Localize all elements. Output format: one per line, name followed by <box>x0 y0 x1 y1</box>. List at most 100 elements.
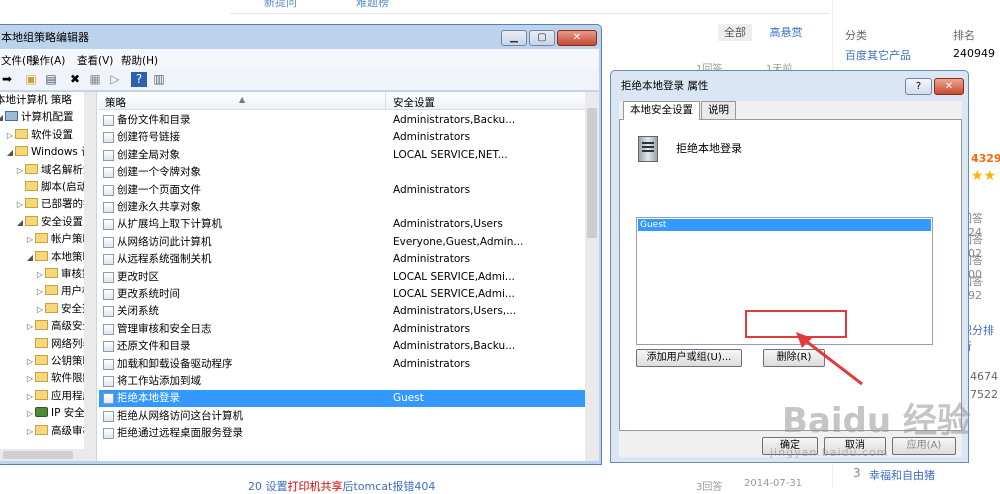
policy-row[interactable]: 还原文件和目录 Administrators,Backu... <box>99 338 585 355</box>
policy-security-value: Administrators <box>393 357 471 370</box>
policy-row[interactable]: 从远程系统强制关机 Administrators <box>99 251 585 268</box>
tree-item[interactable]: ▷ 高级审核 <box>25 423 93 440</box>
collapsed-arrow-icon[interactable]: ▷ <box>5 127 15 144</box>
forward-icon[interactable]: ➡ <box>0 72 15 87</box>
add-user-or-group-button[interactable]: 添加用户或组(U)... <box>636 349 742 367</box>
member-item[interactable]: Guest <box>638 219 931 231</box>
collapsed-arrow-icon[interactable]: ▷ <box>15 196 25 213</box>
folder-icon <box>35 372 48 383</box>
policy-row[interactable]: 创建符号链接 Administrators <box>99 129 585 146</box>
policy-row[interactable]: 加载和卸载设备驱动程序 Administrators <box>99 356 585 373</box>
policy-icon <box>103 115 114 126</box>
bottom-list-link[interactable]: 幸福和自由猪 <box>869 467 935 483</box>
tree-item[interactable]: ▷ 应用程序 <box>25 388 93 405</box>
collapsed-arrow-icon[interactable]: ▷ <box>25 231 35 248</box>
policy-name: 将工作站添加到域 <box>117 375 201 387</box>
policy-security-value: Administrators <box>393 253 471 266</box>
export-list-icon[interactable]: ▷ <box>107 72 123 87</box>
help-icon[interactable]: ? <box>131 72 147 87</box>
tree-item[interactable]: ◢计算机配置 <box>0 109 74 126</box>
tree-horizontal-scrollbar[interactable] <box>0 449 96 461</box>
delete-icon[interactable]: ✖ <box>67 72 83 87</box>
policy-row[interactable]: 拒绝通过远程桌面服务登录 <box>99 425 585 442</box>
policy-list: 策略 ▲ 安全设置 备份文件和目录 Administrators,Backu...… <box>99 92 599 461</box>
policy-icon <box>103 289 114 300</box>
collapsed-arrow-icon[interactable]: ▷ <box>25 318 35 335</box>
policy-row[interactable]: 关闭系统 Administrators,Users,... <box>99 303 585 320</box>
tree-item[interactable]: ▷ IP 安全 <box>25 405 85 422</box>
tree-item[interactable]: ▷ 软件限制 <box>25 370 93 387</box>
tab-hard-questions[interactable]: 难题榜 <box>356 0 389 10</box>
close-button[interactable]: ✕ <box>557 30 597 46</box>
answer-count-bottom: 3回答 <box>696 482 723 493</box>
expanded-arrow-icon[interactable]: ◢ <box>15 214 25 231</box>
collapsed-arrow-icon[interactable]: ▷ <box>25 423 35 440</box>
tab-new-questions[interactable]: 新提问 <box>264 0 297 10</box>
question-link[interactable]: 20 设置打印机共享后tomcat报错404 <box>248 478 435 494</box>
tab-local-security[interactable]: 本地安全设置 <box>623 101 700 120</box>
menu-view[interactable]: 查看(V) <box>77 53 113 68</box>
collapsed-arrow-icon[interactable]: ▷ <box>35 283 45 300</box>
policy-row[interactable]: 将工作站添加到域 <box>99 373 585 390</box>
collapsed-arrow-icon[interactable]: ▷ <box>25 370 35 387</box>
show-hide-tree-icon[interactable]: ▤ <box>43 72 59 87</box>
policy-row[interactable]: 管理审核和安全日志 Administrators <box>99 321 585 338</box>
policy-security-value: Administrators,Users <box>393 218 503 231</box>
maximize-button[interactable]: ▢ <box>529 30 555 46</box>
tree-item[interactable]: ◢ 安全设置 <box>15 214 83 231</box>
properties-icon[interactable]: ▦ <box>87 72 103 87</box>
expanded-arrow-icon[interactable]: ◢ <box>5 144 15 161</box>
collapsed-arrow-icon[interactable]: ▷ <box>25 405 35 422</box>
tree-item[interactable]: ◢ 本地策略 <box>25 249 93 266</box>
policy-row[interactable]: 创建全局对象 LOCAL SERVICE,NET... <box>99 147 585 164</box>
policy-row[interactable]: 备份文件和目录 Administrators,Backu... <box>99 112 585 129</box>
policy-row[interactable]: 从网络访问此计算机 Everyone,Guest,Admin... <box>99 234 585 251</box>
folder-icon <box>35 337 48 348</box>
expanded-arrow-icon[interactable]: ◢ <box>25 249 35 266</box>
menu-action[interactable]: 操作(A) <box>29 53 65 68</box>
column-security[interactable]: 安全设置 <box>393 95 435 110</box>
background-tabs: 新提问 难题榜 <box>230 0 830 14</box>
tree-item[interactable]: ▷ 软件设置 <box>5 127 73 144</box>
policy-security-value: Administrators,Users,... <box>393 305 517 318</box>
policy-security-value: Administrators <box>393 322 471 335</box>
policy-row[interactable]: 从扩展坞上取下计算机 Administrators,Users <box>99 216 585 233</box>
collapsed-arrow-icon[interactable]: ▷ <box>35 266 45 283</box>
folder-icon <box>15 128 28 139</box>
bottom-list-index: 3 <box>853 466 861 480</box>
policy-row[interactable]: 创建一个页面文件 Administrators <box>99 182 585 199</box>
tree-item[interactable]: ▷ 高级安全 <box>25 318 93 335</box>
computer-icon <box>638 136 658 162</box>
column-policy[interactable]: 策略 <box>105 95 126 110</box>
policy-row[interactable]: 创建永久共享对象 <box>99 199 585 216</box>
collapsed-arrow-icon[interactable]: ▷ <box>25 353 35 370</box>
policy-row[interactable]: 拒绝本地登录 Guest <box>99 390 585 408</box>
policy-name: 管理审核和安全日志 <box>117 322 212 335</box>
menu-help[interactable]: 帮助(H) <box>121 53 158 68</box>
tree-vertical-scrollbar[interactable] <box>84 92 96 449</box>
up-folder-icon[interactable]: ▣ <box>23 72 39 87</box>
policy-row[interactable]: 创建一个令牌对象 <box>99 164 585 181</box>
tree-item[interactable]: ▷ 公钥策略 <box>25 353 93 370</box>
dialog-help-button[interactable]: ? <box>905 78 932 95</box>
policy-icon <box>103 236 114 248</box>
filter-all-button[interactable]: 全部 <box>718 24 752 41</box>
tree-item[interactable]: 本地计算机 策略 <box>0 92 72 109</box>
tree-item[interactable]: ▷ 帐户策略 <box>25 231 93 248</box>
policy-row[interactable]: 更改系统时间 LOCAL SERVICE,Admi... <box>99 286 585 303</box>
filter-high-reward-button[interactable]: 高悬赏 <box>770 26 803 39</box>
category-value[interactable]: 百度其它产品 <box>845 47 911 63</box>
tab-explain[interactable]: 说明 <box>701 101 736 119</box>
policy-row[interactable]: 拒绝从网络访问这台计算机 <box>99 408 585 425</box>
list-vertical-scrollbar[interactable] <box>585 92 599 461</box>
collapsed-arrow-icon[interactable]: ▷ <box>25 388 35 405</box>
dialog-close-button[interactable]: ✕ <box>934 78 964 95</box>
policy-security-value: Administrators <box>393 183 471 196</box>
policy-row[interactable]: 更改时区 LOCAL SERVICE,Admi... <box>99 269 585 286</box>
tree-item[interactable]: 网络列表 <box>25 336 93 353</box>
folder-icon <box>15 146 28 157</box>
console-icon[interactable]: ▥ <box>151 72 167 87</box>
minimize-button[interactable]: ▁ <box>501 30 527 46</box>
collapsed-arrow-icon[interactable]: ▷ <box>15 162 25 179</box>
collapsed-arrow-icon[interactable]: ▷ <box>35 301 45 318</box>
